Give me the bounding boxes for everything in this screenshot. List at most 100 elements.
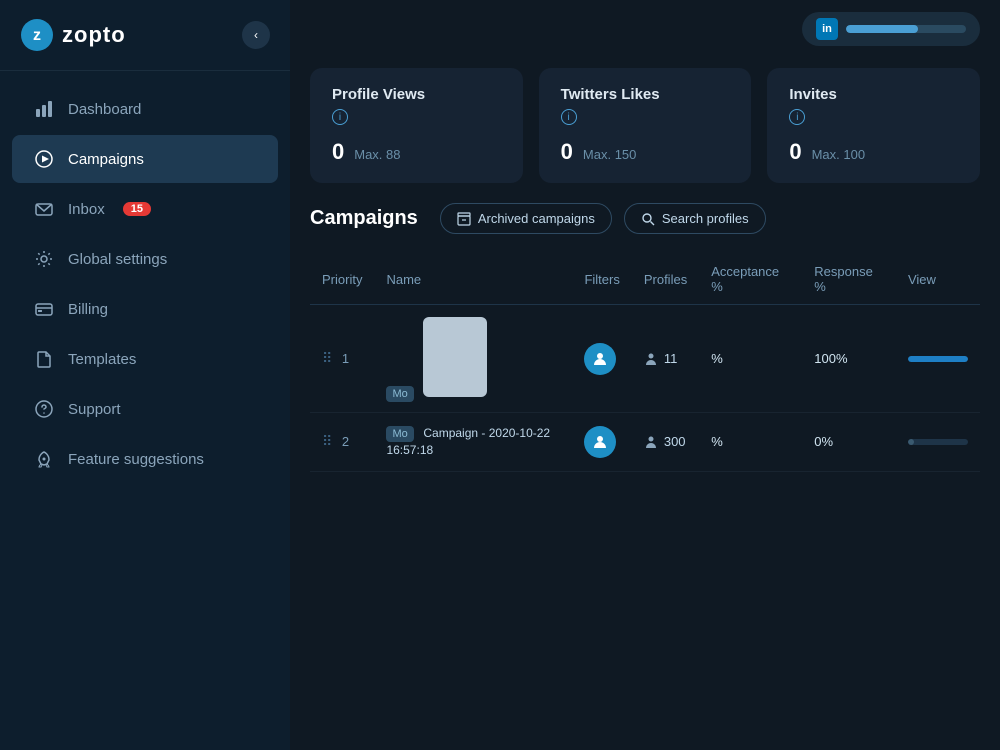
row1-acceptance: % bbox=[699, 305, 802, 413]
row2-progress-fill bbox=[908, 439, 914, 445]
profile-views-info-icon[interactable]: i bbox=[332, 109, 348, 125]
table-row: ⠿ 2 Mo Campaign - 2020-10-22 16:57:18 bbox=[310, 413, 980, 472]
linkedin-status[interactable]: in bbox=[802, 12, 980, 46]
row1-profiles: 11 bbox=[632, 305, 699, 413]
row2-priority-num: 2 bbox=[342, 434, 349, 449]
sidebar-item-label-support: Support bbox=[68, 401, 121, 418]
col-header-profiles: Profiles bbox=[632, 254, 699, 305]
sidebar-item-label-inbox: Inbox bbox=[68, 201, 105, 218]
search-profiles-button[interactable]: Search profiles bbox=[624, 203, 766, 234]
linkedin-progress-bar bbox=[846, 25, 966, 33]
collapse-icon: ‹ bbox=[254, 28, 258, 42]
col-header-view: View bbox=[896, 254, 980, 305]
row1-thumb[interactable] bbox=[423, 317, 487, 397]
sidebar: z zopto ‹ Dashboard bbox=[0, 0, 290, 750]
linkedin-progress-fill bbox=[846, 25, 918, 33]
twitter-likes-max: Max. 150 bbox=[583, 147, 636, 162]
person-count-icon bbox=[644, 352, 658, 366]
bar-chart-icon bbox=[34, 99, 54, 119]
row1-progress-fill bbox=[908, 356, 968, 362]
row1-name: Mo bbox=[374, 305, 572, 413]
drag-icon[interactable]: ⠿ bbox=[322, 350, 332, 366]
row2-profiles-count: 300 bbox=[664, 434, 686, 449]
col-header-name: Name bbox=[374, 254, 572, 305]
sidebar-item-billing[interactable]: Billing bbox=[12, 285, 278, 333]
drag-icon-2[interactable]: ⠿ bbox=[322, 433, 332, 449]
sidebar-item-label-global-settings: Global settings bbox=[68, 251, 167, 268]
linkedin-icon: in bbox=[816, 18, 838, 40]
stat-title-profile-views: Profile Views bbox=[332, 86, 501, 103]
logo-text: zopto bbox=[62, 22, 126, 48]
row2-priority: ⠿ 2 bbox=[310, 413, 374, 472]
row2-acceptance: % bbox=[699, 413, 802, 472]
campaigns-title: Campaigns bbox=[310, 207, 418, 230]
invites-info-icon[interactable]: i bbox=[789, 109, 805, 125]
row1-response-value: 100% bbox=[814, 351, 847, 366]
sidebar-item-global-settings[interactable]: Global settings bbox=[12, 235, 278, 283]
sidebar-item-label-templates: Templates bbox=[68, 351, 136, 368]
archive-icon bbox=[457, 212, 471, 226]
person-count-icon-2 bbox=[644, 435, 658, 449]
row1-mo-badge: Mo bbox=[386, 386, 413, 402]
row2-view bbox=[896, 413, 980, 472]
question-circle-icon bbox=[34, 399, 54, 419]
sidebar-item-templates[interactable]: Templates bbox=[12, 335, 278, 383]
table-header: Priority Name Filters Profiles Acceptanc… bbox=[310, 254, 980, 305]
row1-filters bbox=[572, 305, 631, 413]
row2-response: 0% bbox=[802, 413, 896, 472]
sidebar-nav: Dashboard Campaigns Inbox 15 bbox=[0, 71, 290, 750]
sidebar-header: z zopto ‹ bbox=[0, 0, 290, 71]
campaigns-header: Campaigns Archived campaigns Search prof… bbox=[310, 203, 980, 234]
row1-response: 100% bbox=[802, 305, 896, 413]
sidebar-item-dashboard[interactable]: Dashboard bbox=[12, 85, 278, 133]
file-icon bbox=[34, 349, 54, 369]
svg-text:z: z bbox=[33, 27, 41, 44]
zopto-logo-icon: z bbox=[20, 18, 54, 52]
sidebar-item-feature-suggestions[interactable]: Feature suggestions bbox=[12, 435, 278, 483]
row1-progress-bar bbox=[908, 356, 968, 362]
stat-title-invites: Invites bbox=[789, 86, 958, 103]
stat-card-profile-views: Profile Views i 0 Max. 88 bbox=[310, 68, 523, 183]
col-header-filters: Filters bbox=[572, 254, 631, 305]
row1-profiles-count: 11 bbox=[664, 351, 678, 366]
row2-name: Mo Campaign - 2020-10-22 16:57:18 bbox=[374, 413, 572, 472]
table-body: ⠿ 1 Mo bbox=[310, 305, 980, 472]
archived-campaigns-button[interactable]: Archived campaigns bbox=[440, 203, 612, 234]
rocket-icon bbox=[34, 449, 54, 469]
row2-profiles: 300 bbox=[632, 413, 699, 472]
twitter-likes-info-icon[interactable]: i bbox=[561, 109, 577, 125]
sidebar-item-label-feature-suggestions: Feature suggestions bbox=[68, 451, 204, 468]
row1-priority-num: 1 bbox=[342, 351, 349, 366]
row2-response-value: 0% bbox=[814, 434, 833, 449]
row1-view bbox=[896, 305, 980, 413]
sidebar-item-inbox[interactable]: Inbox 15 bbox=[12, 185, 278, 233]
sidebar-item-label-dashboard: Dashboard bbox=[68, 101, 141, 118]
invites-current: 0 bbox=[789, 139, 801, 165]
invites-max: Max. 100 bbox=[812, 147, 865, 162]
twitter-likes-current: 0 bbox=[561, 139, 573, 165]
sidebar-item-label-campaigns: Campaigns bbox=[68, 151, 144, 168]
row2-progress-bar bbox=[908, 439, 968, 445]
table-row: ⠿ 1 Mo bbox=[310, 305, 980, 413]
campaigns-table: Priority Name Filters Profiles Acceptanc… bbox=[310, 254, 980, 472]
search-profiles-label: Search profiles bbox=[662, 211, 749, 226]
sidebar-item-label-billing: Billing bbox=[68, 301, 108, 318]
profile-views-max: Max. 88 bbox=[354, 147, 400, 162]
play-circle-icon bbox=[34, 149, 54, 169]
inbox-badge: 15 bbox=[123, 202, 151, 216]
sidebar-item-campaigns[interactable]: Campaigns bbox=[12, 135, 278, 183]
row2-mo-badge: Mo bbox=[386, 426, 413, 442]
campaigns-section: Campaigns Archived campaigns Search prof… bbox=[290, 203, 1000, 750]
row1-priority: ⠿ 1 bbox=[310, 305, 374, 413]
col-header-priority: Priority bbox=[310, 254, 374, 305]
logo-area: z zopto bbox=[20, 18, 126, 52]
stat-card-invites: Invites i 0 Max. 100 bbox=[767, 68, 980, 183]
credit-card-icon bbox=[34, 299, 54, 319]
col-header-acceptance: Acceptance % bbox=[699, 254, 802, 305]
collapse-button[interactable]: ‹ bbox=[242, 21, 270, 49]
archived-campaigns-label: Archived campaigns bbox=[478, 211, 595, 226]
gear-icon bbox=[34, 249, 54, 269]
sidebar-item-support[interactable]: Support bbox=[12, 385, 278, 433]
stat-card-twitter-likes: Twitters Likes i 0 Max. 150 bbox=[539, 68, 752, 183]
topbar: in bbox=[290, 0, 1000, 58]
